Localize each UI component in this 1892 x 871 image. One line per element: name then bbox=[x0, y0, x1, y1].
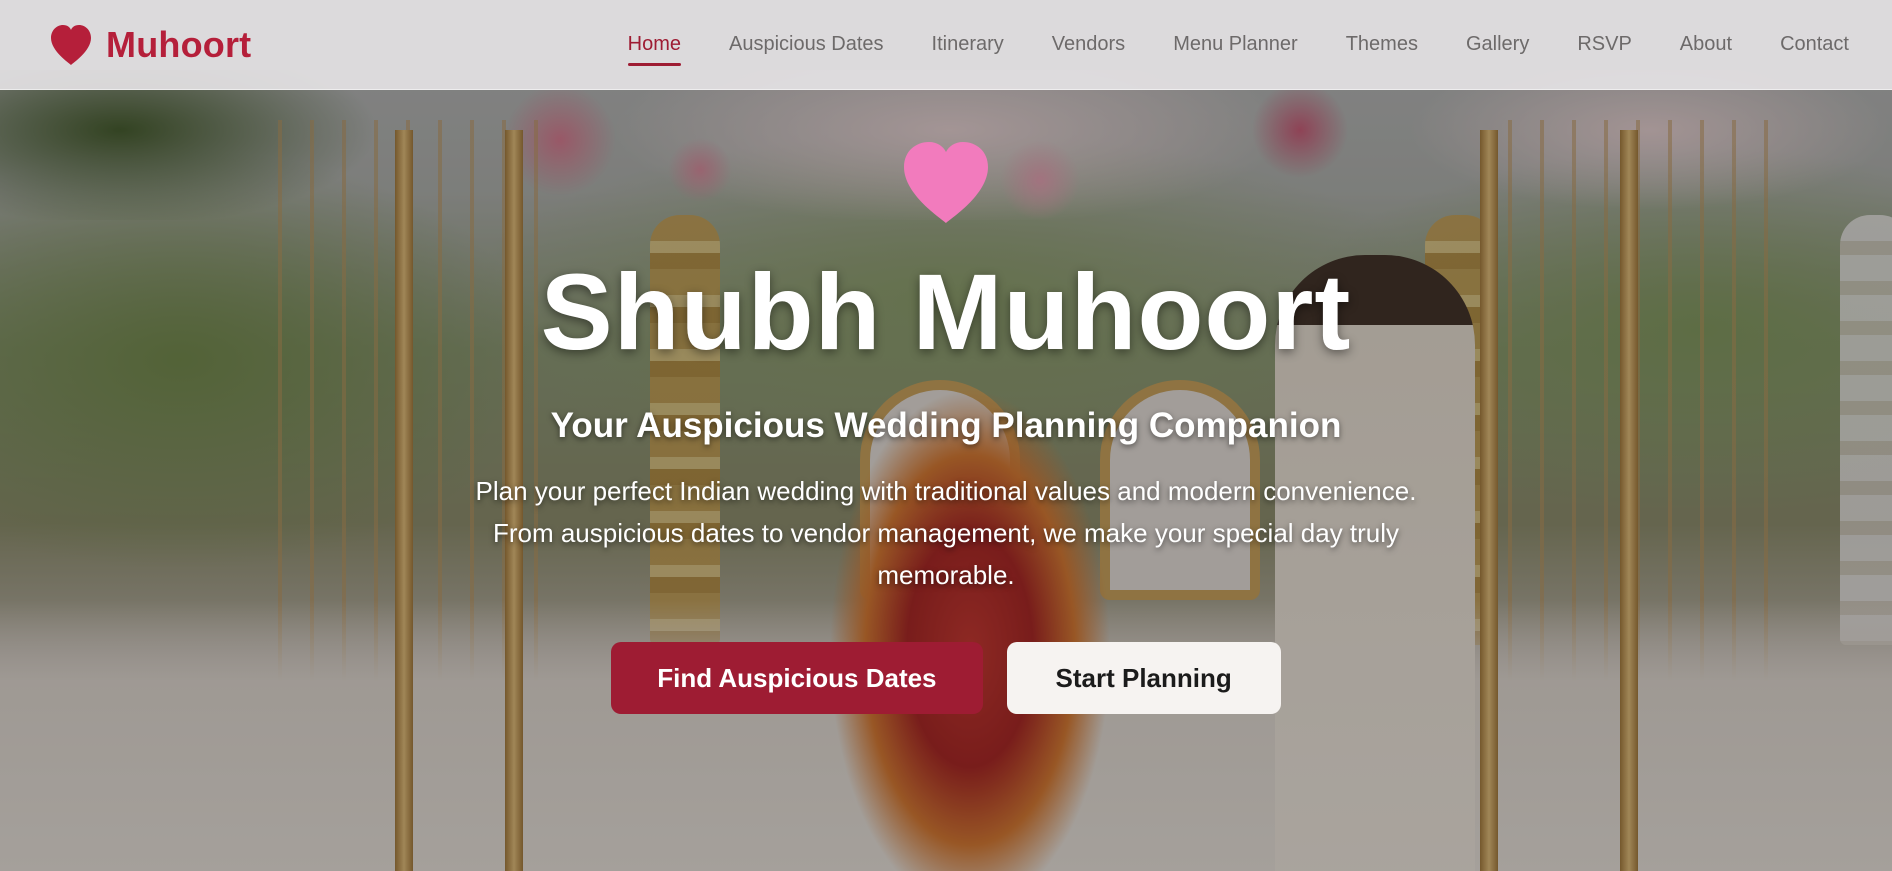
nav-link-rsvp[interactable]: RSVP bbox=[1577, 29, 1631, 60]
heart-icon bbox=[51, 24, 91, 65]
nav-link-vendors[interactable]: Vendors bbox=[1052, 29, 1125, 60]
hero-title: Shubh Muhoort bbox=[540, 251, 1352, 372]
nav-link-about[interactable]: About bbox=[1680, 29, 1732, 60]
nav-link-gallery[interactable]: Gallery bbox=[1466, 29, 1529, 60]
nav-link-themes[interactable]: Themes bbox=[1346, 29, 1418, 60]
top-navbar: Muhoort Home Auspicious Dates Itinerary … bbox=[0, 0, 1892, 90]
nav-links: Home Auspicious Dates Itinerary Vendors … bbox=[627, 29, 1849, 66]
heart-icon bbox=[904, 142, 988, 223]
hero-subtitle: Your Auspicious Wedding Planning Compani… bbox=[550, 406, 1342, 445]
find-auspicious-dates-button[interactable]: Find Auspicious Dates bbox=[611, 642, 983, 714]
start-planning-button[interactable]: Start Planning bbox=[1006, 642, 1281, 714]
nav-link-menu-planner[interactable]: Menu Planner bbox=[1173, 29, 1298, 60]
brand-name: Muhoort bbox=[106, 23, 252, 65]
nav-link-home[interactable]: Home bbox=[627, 29, 682, 66]
nav-link-itinerary[interactable]: Itinerary bbox=[932, 29, 1004, 60]
nav-link-contact[interactable]: Contact bbox=[1780, 29, 1849, 60]
nav-link-auspicious-dates[interactable]: Auspicious Dates bbox=[729, 29, 884, 60]
hero-section: Shubh Muhoort Your Auspicious Wedding Pl… bbox=[0, 140, 1892, 714]
hero-description: Plan your perfect Indian wedding with tr… bbox=[475, 476, 1417, 590]
brand-logo-link[interactable]: Muhoort bbox=[48, 24, 251, 66]
cta-button-row: Find Auspicious Dates Start Planning bbox=[611, 642, 1281, 714]
